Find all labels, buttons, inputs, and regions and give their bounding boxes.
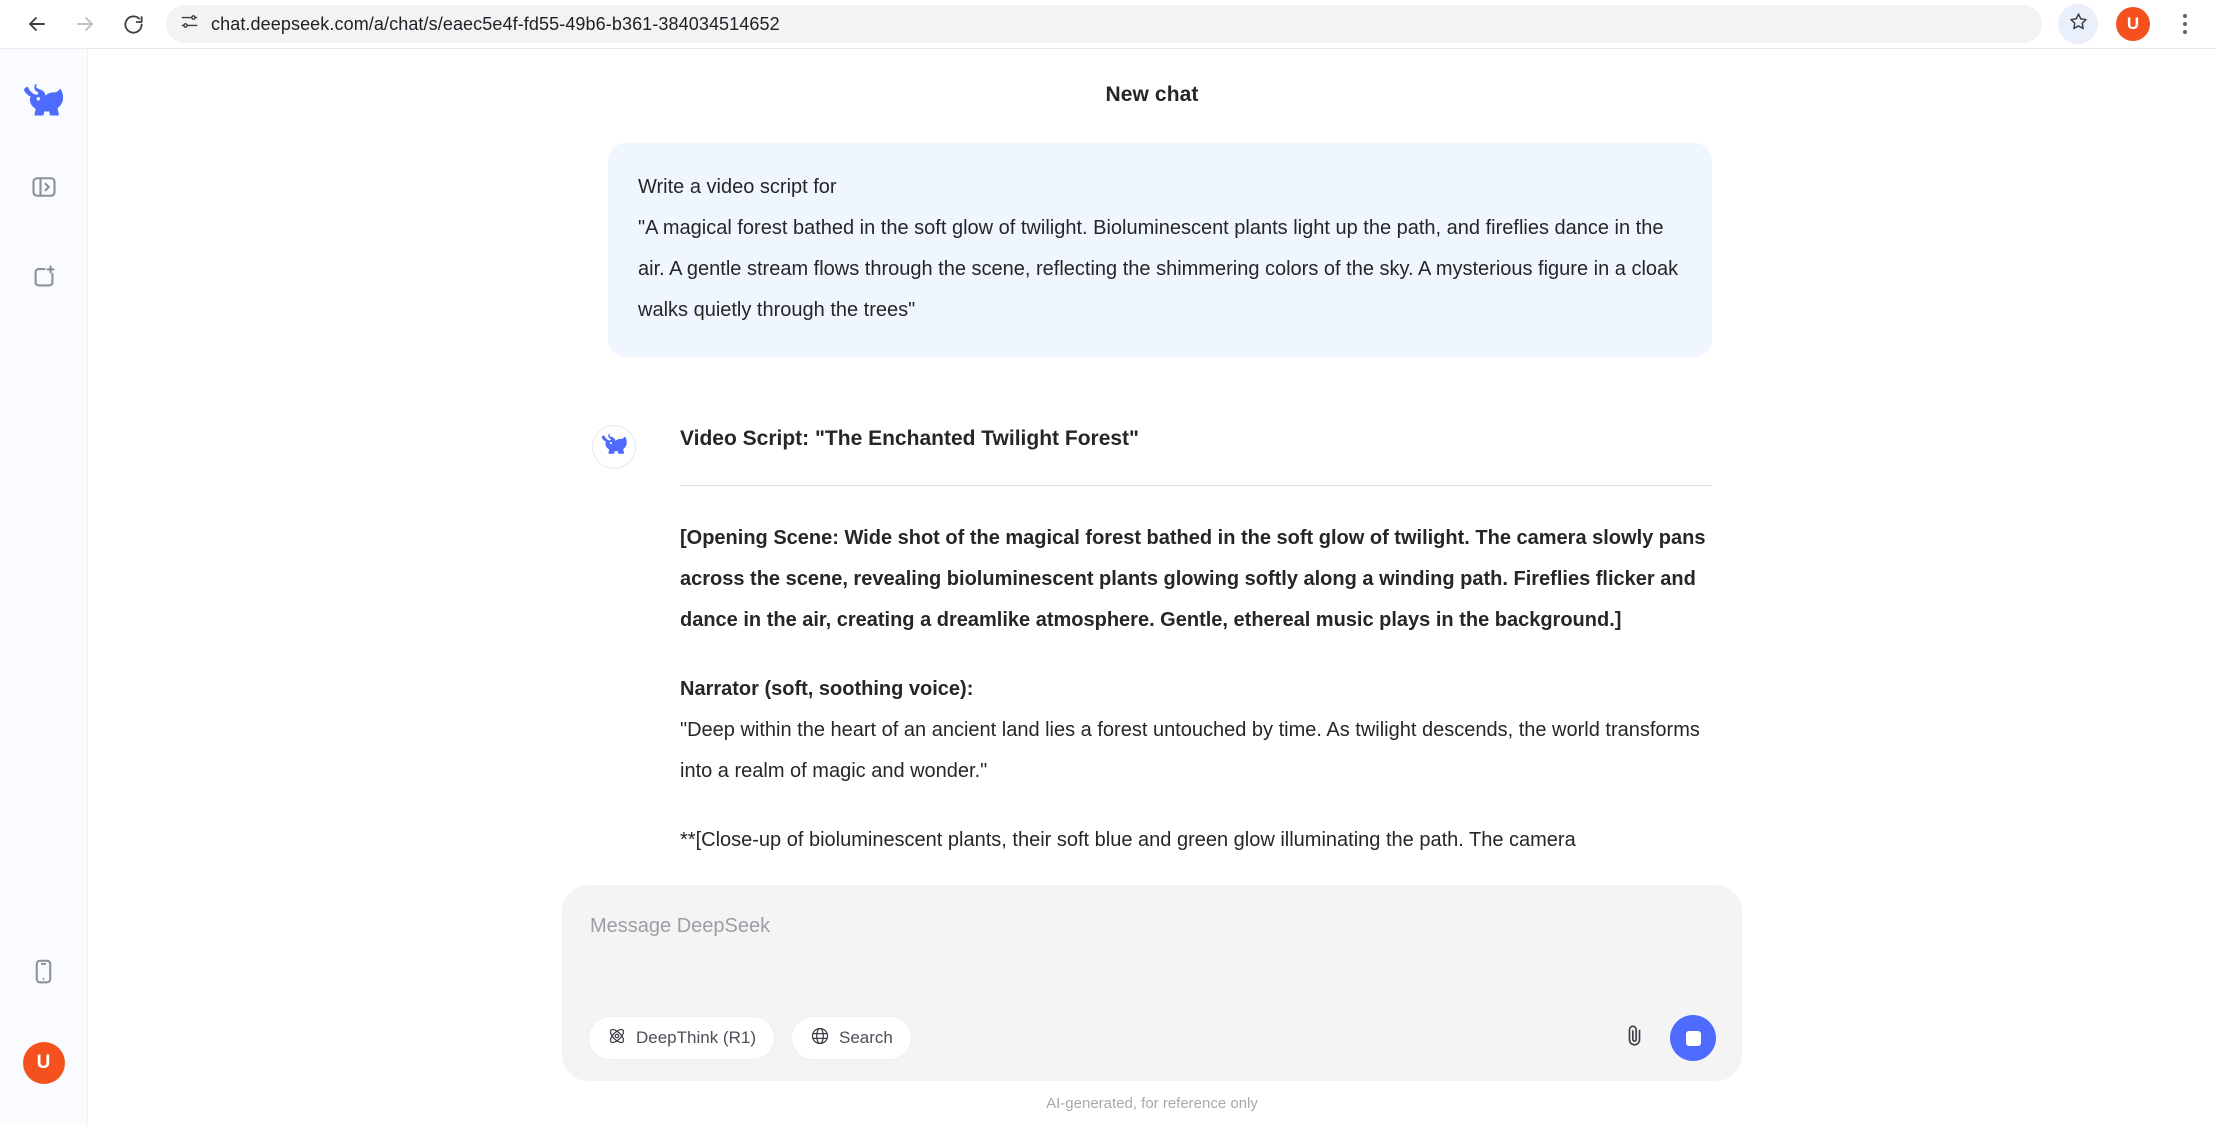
star-icon	[2068, 11, 2089, 37]
deepseek-whale-avatar	[601, 431, 628, 463]
arrow-left-icon	[25, 12, 49, 36]
browser-profile-avatar[interactable]: U	[2116, 7, 2150, 41]
arrow-right-icon	[73, 12, 97, 36]
opening-scene-paragraph: [Opening Scene: Wide shot of the magical…	[680, 527, 1706, 631]
response-title: Video Script: "The Enchanted Twilight Fo…	[680, 427, 1140, 450]
narrator-heading: Narrator (soft, soothing voice):	[680, 678, 974, 700]
mobile-phone-icon	[30, 958, 57, 990]
deepthink-toggle[interactable]: DeepThink (R1)	[588, 1016, 775, 1060]
stop-square-icon	[1685, 1030, 1701, 1046]
reload-button[interactable]	[112, 3, 154, 45]
assistant-avatar	[592, 425, 636, 469]
new-chat-button[interactable]	[16, 251, 72, 307]
app-shell: U New chat Write a video script for "A m…	[0, 49, 2216, 1124]
assistant-message-body: Video Script: "The Enchanted Twilight Fo…	[680, 423, 1712, 861]
search-label: Search	[839, 1028, 893, 1047]
page-title: New chat	[1105, 83, 1199, 106]
mobile-app-button[interactable]	[16, 946, 72, 1002]
composer-box[interactable]: Message DeepSeek DeepThink (R1) Search	[562, 885, 1742, 1081]
user-message-line-1: Write a video script for	[638, 176, 837, 198]
address-bar[interactable]: chat.deepseek.com/a/chat/s/eaec5e4f-fd55…	[166, 5, 2042, 43]
user-message-bubble[interactable]: Write a video script for "A magical fore…	[608, 143, 1712, 357]
expand-sidebar-button[interactable]	[16, 161, 72, 217]
new-chat-icon	[30, 263, 58, 296]
narrator-line: "Deep within the heart of an ancient lan…	[680, 719, 1700, 782]
url-text: chat.deepseek.com/a/chat/s/eaec5e4f-fd55…	[211, 13, 780, 34]
next-scene-paragraph: **[Close-up of bioluminescent plants, th…	[680, 829, 1576, 851]
expand-sidebar-icon	[30, 173, 58, 206]
left-rail: U	[0, 49, 88, 1124]
tune-icon[interactable]	[180, 12, 199, 36]
deepseek-logo-button[interactable]	[16, 75, 72, 131]
deepseek-whale-logo	[23, 80, 65, 127]
deepthink-label: DeepThink (R1)	[636, 1028, 756, 1047]
forward-button[interactable]	[64, 3, 106, 45]
paperclip-icon	[1622, 1023, 1647, 1053]
back-button[interactable]	[16, 3, 58, 45]
message-thread: Write a video script for "A magical fore…	[592, 143, 1712, 861]
browser-toolbar: chat.deepseek.com/a/chat/s/eaec5e4f-fd55…	[0, 0, 2216, 49]
user-message-line-2: "A magical forest bathed in the soft glo…	[638, 217, 1679, 321]
main-content: New chat Write a video script for "A mag…	[88, 49, 2216, 1124]
atom-icon	[607, 1026, 627, 1051]
stop-generating-button[interactable]	[1670, 1015, 1716, 1061]
reload-icon	[122, 13, 145, 36]
bookmark-button[interactable]	[2058, 4, 2098, 44]
globe-icon	[810, 1026, 830, 1051]
composer-toolbar: DeepThink (R1) Search	[588, 1015, 1716, 1061]
disclaimer-text: AI-generated, for reference only	[1046, 1095, 1258, 1112]
composer-area: Message DeepSeek DeepThink (R1) Search A…	[88, 859, 2216, 1124]
user-message-row: Write a video script for "A magical fore…	[592, 143, 1712, 357]
kebab-menu-icon[interactable]	[2170, 4, 2200, 44]
user-avatar[interactable]: U	[22, 1042, 65, 1084]
search-toggle[interactable]: Search	[791, 1016, 912, 1060]
message-input[interactable]: Message DeepSeek	[588, 911, 1716, 983]
response-divider	[680, 485, 1712, 486]
attach-file-button[interactable]	[1612, 1016, 1656, 1060]
assistant-message-row: Video Script: "The Enchanted Twilight Fo…	[592, 423, 1712, 861]
